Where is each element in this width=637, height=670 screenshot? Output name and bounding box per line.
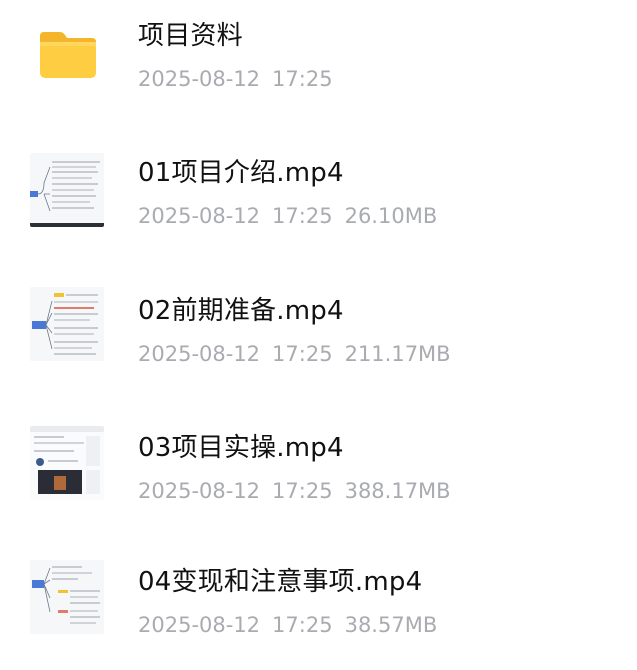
file-meta: 2025-08-12 17:25 26.10MB <box>138 203 449 229</box>
file-date: 2025-08-12 <box>138 613 261 637</box>
file-row-folder[interactable]: 项目资料 2025-08-12 17:25 <box>0 0 637 120</box>
file-date: 2025-08-12 <box>138 342 261 366</box>
file-row-video[interactable]: 03项目实操.mp4 2025-08-12 17:25 388.17MB <box>0 412 637 532</box>
file-name: 项目资料 <box>138 21 243 51</box>
video-thumbnail-icon <box>30 287 104 361</box>
file-size: 38.57MB <box>344 613 438 637</box>
file-time: 17:25 <box>272 342 333 366</box>
file-row-video[interactable]: 02前期准备.mp4 2025-08-12 17:25 211.17MB <box>0 275 637 395</box>
video-thumbnail-icon <box>30 426 104 500</box>
file-time: 17:25 <box>272 613 333 637</box>
file-name: 01项目介绍.mp4 <box>138 158 344 188</box>
file-date: 2025-08-12 <box>138 204 261 228</box>
file-meta: 2025-08-12 17:25 <box>138 66 345 92</box>
folder-icon <box>40 32 96 78</box>
file-time: 17:25 <box>272 479 333 503</box>
file-date: 2025-08-12 <box>138 479 261 503</box>
file-row-video[interactable]: 01项目介绍.mp4 2025-08-12 17:25 26.10MB <box>0 137 637 257</box>
video-thumbnail-icon <box>30 153 104 227</box>
file-meta: 2025-08-12 17:25 388.17MB <box>138 478 463 504</box>
video-thumbnail-icon <box>30 560 104 634</box>
file-size: 26.10MB <box>344 204 438 228</box>
file-meta: 2025-08-12 17:25 38.57MB <box>138 612 449 638</box>
file-name: 04变现和注意事项.mp4 <box>138 567 423 597</box>
file-list: 项目资料 2025-08-12 17:25 01项目介绍.mp4 2025-08-… <box>0 0 637 637</box>
file-row-video[interactable]: 04变现和注意事项.mp4 2025-08-12 17:25 38.57MB <box>0 550 637 670</box>
file-meta: 2025-08-12 17:25 211.17MB <box>138 341 463 367</box>
file-size: 388.17MB <box>344 479 451 503</box>
file-size: 211.17MB <box>344 342 451 366</box>
file-time: 17:25 <box>272 204 333 228</box>
file-name: 02前期准备.mp4 <box>138 296 344 326</box>
file-time: 17:25 <box>272 67 333 91</box>
file-date: 2025-08-12 <box>138 67 261 91</box>
file-name: 03项目实操.mp4 <box>138 433 344 463</box>
